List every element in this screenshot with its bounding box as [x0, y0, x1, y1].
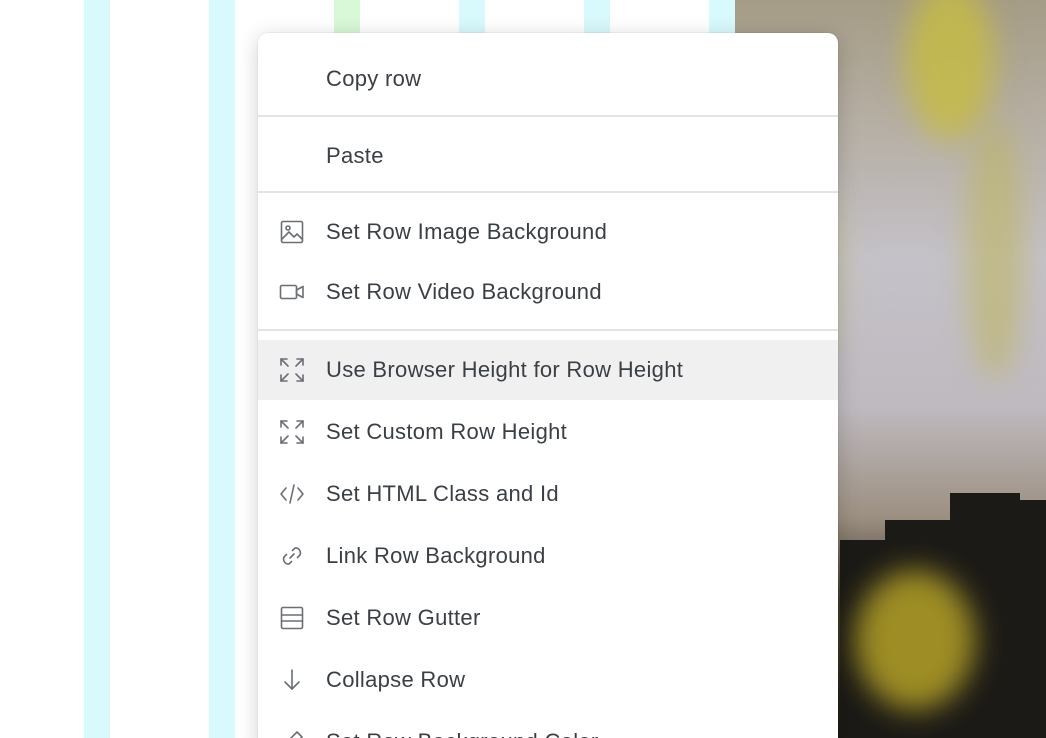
menu-item-label: Set Row Gutter	[326, 605, 481, 630]
expand-icon	[278, 418, 306, 446]
menu-item-paste[interactable]: Paste	[258, 126, 838, 186]
expand-icon	[278, 356, 306, 384]
menu-item-label: Copy row	[326, 66, 422, 91]
pencil-icon	[278, 728, 306, 738]
menu-item-set-html-class-and-id[interactable]: Set HTML Class and Id	[258, 464, 838, 524]
menu-item-label: Use Browser Height for Row Height	[326, 357, 684, 382]
menu-item-set-row-gutter[interactable]: Set Row Gutter	[258, 588, 838, 648]
menu-item-set-custom-row-height[interactable]: Set Custom Row Height	[258, 402, 838, 462]
menu-item-label: Set Row Background Color	[326, 729, 599, 738]
editor-canvas: Copy row Paste Set Row Image Background	[0, 0, 1046, 738]
menu-item-label: Paste	[326, 143, 384, 168]
menu-item-link-row-background[interactable]: Link Row Background	[258, 526, 838, 586]
menu-item-label: Set Custom Row Height	[326, 419, 568, 444]
link-icon	[278, 542, 306, 570]
menu-item-copy-row[interactable]: Copy row	[258, 49, 838, 109]
menu-item-set-row-background-color[interactable]: Set Row Background Color	[258, 712, 838, 738]
menu-divider	[258, 191, 838, 193]
menu-item-set-row-image-background[interactable]: Set Row Image Background	[258, 202, 838, 262]
menu-item-label: Collapse Row	[326, 667, 466, 692]
menu-divider	[258, 115, 838, 117]
column-guide	[209, 0, 235, 738]
video-camera-icon	[278, 278, 306, 306]
image-icon	[278, 218, 306, 246]
menu-item-label: Link Row Background	[326, 543, 546, 568]
menu-item-label: Set Row Image Background	[326, 219, 608, 244]
menu-item-collapse-row[interactable]: Collapse Row	[258, 650, 838, 710]
menu-item-label: Set HTML Class and Id	[326, 481, 559, 506]
gutter-icon	[278, 604, 306, 632]
menu-divider	[258, 329, 838, 331]
menu-item-use-browser-height[interactable]: Use Browser Height for Row Height	[258, 340, 838, 400]
row-context-menu: Copy row Paste Set Row Image Background	[258, 33, 838, 738]
menu-item-label: Set Row Video Background	[326, 279, 602, 304]
menu-item-set-row-video-background[interactable]: Set Row Video Background	[258, 262, 838, 322]
arrow-down-icon	[278, 666, 306, 694]
code-icon	[278, 480, 306, 508]
column-guide	[84, 0, 110, 738]
